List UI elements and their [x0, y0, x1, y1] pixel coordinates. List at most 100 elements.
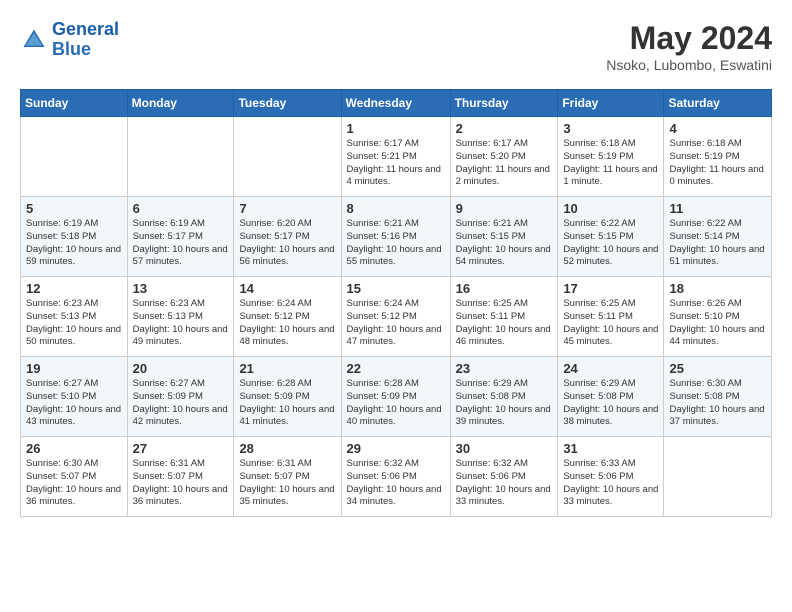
day-info: Sunrise: 6:30 AMSunset: 5:07 PMDaylight:…: [26, 458, 122, 509]
logo: General Blue: [20, 20, 119, 60]
day-info: Sunrise: 6:24 AMSunset: 5:12 PMDaylight:…: [347, 298, 445, 349]
day-number: 24: [563, 361, 658, 376]
weekday-header-tuesday: Tuesday: [234, 90, 341, 117]
day-number: 4: [669, 121, 766, 136]
weekday-header-monday: Monday: [127, 90, 234, 117]
location-subtitle: Nsoko, Lubombo, Eswatini: [606, 57, 772, 73]
calendar-cell: 8 Sunrise: 6:21 AMSunset: 5:16 PMDaylight…: [341, 197, 450, 277]
calendar-cell: 20 Sunrise: 6:27 AMSunset: 5:09 PMDayligh…: [127, 357, 234, 437]
day-number: 27: [133, 441, 229, 456]
logo-text: General Blue: [52, 20, 119, 60]
weekday-header-thursday: Thursday: [450, 90, 558, 117]
day-info: Sunrise: 6:18 AMSunset: 5:19 PMDaylight:…: [669, 138, 766, 189]
weekday-header-friday: Friday: [558, 90, 664, 117]
calendar-cell: 30 Sunrise: 6:32 AMSunset: 5:06 PMDayligh…: [450, 437, 558, 517]
day-info: Sunrise: 6:31 AMSunset: 5:07 PMDaylight:…: [239, 458, 335, 509]
day-number: 1: [347, 121, 445, 136]
day-info: Sunrise: 6:31 AMSunset: 5:07 PMDaylight:…: [133, 458, 229, 509]
day-info: Sunrise: 6:28 AMSunset: 5:09 PMDaylight:…: [347, 378, 445, 429]
day-info: Sunrise: 6:27 AMSunset: 5:09 PMDaylight:…: [133, 378, 229, 429]
day-number: 7: [239, 201, 335, 216]
day-number: 25: [669, 361, 766, 376]
day-number: 16: [456, 281, 553, 296]
calendar-cell: 2 Sunrise: 6:17 AMSunset: 5:20 PMDaylight…: [450, 117, 558, 197]
day-info: Sunrise: 6:20 AMSunset: 5:17 PMDaylight:…: [239, 218, 335, 269]
day-number: 22: [347, 361, 445, 376]
calendar-cell: 27 Sunrise: 6:31 AMSunset: 5:07 PMDayligh…: [127, 437, 234, 517]
day-info: Sunrise: 6:21 AMSunset: 5:16 PMDaylight:…: [347, 218, 445, 269]
weekday-header-saturday: Saturday: [664, 90, 772, 117]
calendar-week-row: 19 Sunrise: 6:27 AMSunset: 5:10 PMDayligh…: [21, 357, 772, 437]
day-info: Sunrise: 6:28 AMSunset: 5:09 PMDaylight:…: [239, 378, 335, 429]
calendar-cell: 1 Sunrise: 6:17 AMSunset: 5:21 PMDaylight…: [341, 117, 450, 197]
day-info: Sunrise: 6:18 AMSunset: 5:19 PMDaylight:…: [563, 138, 658, 189]
day-info: Sunrise: 6:25 AMSunset: 5:11 PMDaylight:…: [563, 298, 658, 349]
day-number: 14: [239, 281, 335, 296]
day-number: 13: [133, 281, 229, 296]
day-number: 6: [133, 201, 229, 216]
day-number: 15: [347, 281, 445, 296]
day-info: Sunrise: 6:29 AMSunset: 5:08 PMDaylight:…: [456, 378, 553, 429]
calendar-cell: 6 Sunrise: 6:19 AMSunset: 5:17 PMDaylight…: [127, 197, 234, 277]
day-number: 31: [563, 441, 658, 456]
day-number: 9: [456, 201, 553, 216]
calendar-cell: 26 Sunrise: 6:30 AMSunset: 5:07 PMDayligh…: [21, 437, 128, 517]
weekday-header-row: SundayMondayTuesdayWednesdayThursdayFrid…: [21, 90, 772, 117]
calendar-cell: 19 Sunrise: 6:27 AMSunset: 5:10 PMDayligh…: [21, 357, 128, 437]
logo-line2: Blue: [52, 39, 91, 59]
day-info: Sunrise: 6:32 AMSunset: 5:06 PMDaylight:…: [347, 458, 445, 509]
day-number: 20: [133, 361, 229, 376]
weekday-header-sunday: Sunday: [21, 90, 128, 117]
day-info: Sunrise: 6:27 AMSunset: 5:10 PMDaylight:…: [26, 378, 122, 429]
calendar-cell: 3 Sunrise: 6:18 AMSunset: 5:19 PMDaylight…: [558, 117, 664, 197]
calendar-table: SundayMondayTuesdayWednesdayThursdayFrid…: [20, 89, 772, 517]
day-number: 19: [26, 361, 122, 376]
day-number: 30: [456, 441, 553, 456]
calendar-cell: 13Sunrise: 6:23 AMSunset: 5:13 PMDayligh…: [127, 277, 234, 357]
day-number: 3: [563, 121, 658, 136]
day-info: Sunrise: 6:22 AMSunset: 5:15 PMDaylight:…: [563, 218, 658, 269]
calendar-cell: 15 Sunrise: 6:24 AMSunset: 5:12 PMDayligh…: [341, 277, 450, 357]
calendar-cell: [21, 117, 128, 197]
calendar-cell: 21Sunrise: 6:28 AMSunset: 5:09 PMDayligh…: [234, 357, 341, 437]
day-number: 5: [26, 201, 122, 216]
day-number: 18: [669, 281, 766, 296]
calendar-cell: 24Sunrise: 6:29 AMSunset: 5:08 PMDayligh…: [558, 357, 664, 437]
day-info: Sunrise: 6:32 AMSunset: 5:06 PMDaylight:…: [456, 458, 553, 509]
day-number: 8: [347, 201, 445, 216]
calendar-cell: [664, 437, 772, 517]
calendar-week-row: 26 Sunrise: 6:30 AMSunset: 5:07 PMDayligh…: [21, 437, 772, 517]
calendar-cell: 22 Sunrise: 6:28 AMSunset: 5:09 PMDayligh…: [341, 357, 450, 437]
day-info: Sunrise: 6:17 AMSunset: 5:21 PMDaylight:…: [347, 138, 445, 189]
calendar-cell: 9Sunrise: 6:21 AMSunset: 5:15 PMDaylight…: [450, 197, 558, 277]
day-info: Sunrise: 6:30 AMSunset: 5:08 PMDaylight:…: [669, 378, 766, 429]
calendar-cell: 23Sunrise: 6:29 AMSunset: 5:08 PMDayligh…: [450, 357, 558, 437]
day-info: Sunrise: 6:17 AMSunset: 5:20 PMDaylight:…: [456, 138, 553, 189]
calendar-cell: 14Sunrise: 6:24 AMSunset: 5:12 PMDayligh…: [234, 277, 341, 357]
day-number: 26: [26, 441, 122, 456]
day-number: 17: [563, 281, 658, 296]
weekday-header-wednesday: Wednesday: [341, 90, 450, 117]
calendar-cell: 4 Sunrise: 6:18 AMSunset: 5:19 PMDaylight…: [664, 117, 772, 197]
day-number: 10: [563, 201, 658, 216]
day-number: 29: [347, 441, 445, 456]
calendar-cell: 5Sunrise: 6:19 AMSunset: 5:18 PMDaylight…: [21, 197, 128, 277]
day-info: Sunrise: 6:19 AMSunset: 5:17 PMDaylight:…: [133, 218, 229, 269]
calendar-cell: 10 Sunrise: 6:22 AMSunset: 5:15 PMDayligh…: [558, 197, 664, 277]
calendar-week-row: 1 Sunrise: 6:17 AMSunset: 5:21 PMDaylight…: [21, 117, 772, 197]
calendar-week-row: 5Sunrise: 6:19 AMSunset: 5:18 PMDaylight…: [21, 197, 772, 277]
calendar-week-row: 12Sunrise: 6:23 AMSunset: 5:13 PMDayligh…: [21, 277, 772, 357]
calendar-cell: 29 Sunrise: 6:32 AMSunset: 5:06 PMDayligh…: [341, 437, 450, 517]
day-info: Sunrise: 6:33 AMSunset: 5:06 PMDaylight:…: [563, 458, 658, 509]
calendar-cell: 28Sunrise: 6:31 AMSunset: 5:07 PMDayligh…: [234, 437, 341, 517]
calendar-cell: 7 Sunrise: 6:20 AMSunset: 5:17 PMDaylight…: [234, 197, 341, 277]
calendar-cell: 11Sunrise: 6:22 AMSunset: 5:14 PMDayligh…: [664, 197, 772, 277]
day-info: Sunrise: 6:25 AMSunset: 5:11 PMDaylight:…: [456, 298, 553, 349]
calendar-cell: [234, 117, 341, 197]
month-title: May 2024: [606, 20, 772, 57]
calendar-cell: 12Sunrise: 6:23 AMSunset: 5:13 PMDayligh…: [21, 277, 128, 357]
day-info: Sunrise: 6:26 AMSunset: 5:10 PMDaylight:…: [669, 298, 766, 349]
day-number: 2: [456, 121, 553, 136]
title-block: May 2024 Nsoko, Lubombo, Eswatini: [606, 20, 772, 73]
calendar-cell: 31 Sunrise: 6:33 AMSunset: 5:06 PMDayligh…: [558, 437, 664, 517]
